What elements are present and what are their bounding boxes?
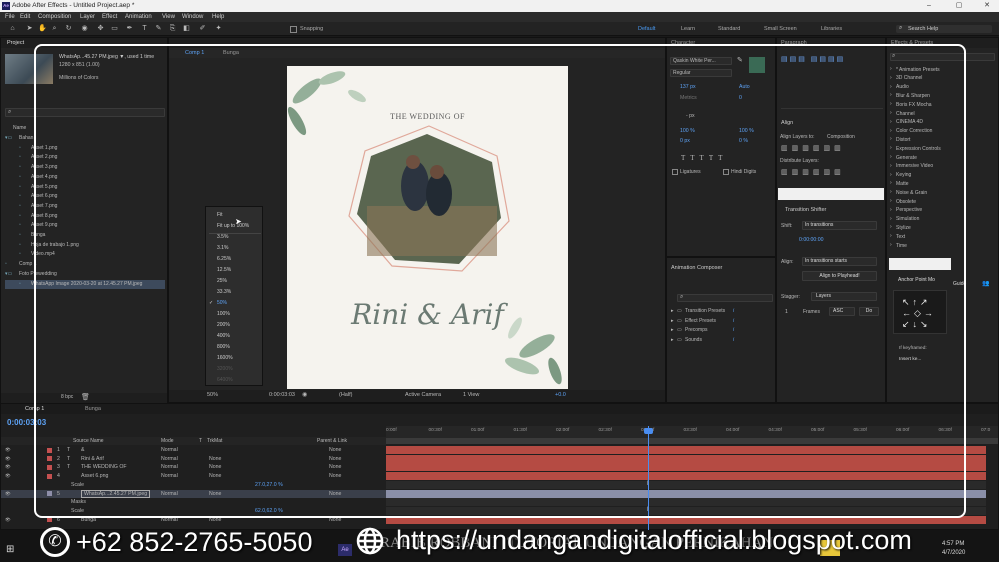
file-icon: ▫ <box>19 173 21 180</box>
white-rounded-frame <box>34 44 966 518</box>
menu-effect[interactable]: Effect <box>102 14 117 20</box>
eye-icon[interactable]: 👁 <box>5 456 11 462</box>
whatsapp-icon: ✆ <box>40 527 70 557</box>
file-icon: ▫ <box>19 154 21 161</box>
roto-tool-icon[interactable]: ✐ <box>198 24 207 33</box>
menu-composition[interactable]: Composition <box>38 14 71 20</box>
pan-behind-tool-icon[interactable]: ✥ <box>96 24 105 33</box>
menu-view[interactable]: View <box>162 14 175 20</box>
clone-tool-icon[interactable]: ⎘ <box>168 24 177 33</box>
menu-animation[interactable]: Animation <box>125 14 152 20</box>
file-icon: ▫ <box>19 212 21 219</box>
eye-icon[interactable]: 👁 <box>5 517 11 523</box>
title-bar: Ae Adobe After Effects - Untitled Projec… <box>0 0 999 12</box>
eye-icon[interactable]: 👁 <box>5 491 11 497</box>
workspace-standard[interactable]: Standard <box>718 26 740 32</box>
workspace-default[interactable]: Default <box>638 26 655 32</box>
tab-project[interactable]: Project <box>7 40 24 46</box>
search-help-input[interactable]: Search Help <box>896 25 992 33</box>
search-icon: ⌕ <box>899 25 903 31</box>
menu-edit[interactable]: Edit <box>20 14 30 20</box>
taskbar-time: 4:57 PM <box>942 541 965 547</box>
phone-number: +62 852-2765-5050 <box>76 527 313 557</box>
file-icon: ▫ <box>5 261 7 268</box>
file-icon: ▫ <box>19 222 21 229</box>
window-title: Adobe After Effects - Untitled Project.a… <box>12 2 135 9</box>
file-icon: ▫ <box>19 164 21 171</box>
file-icon: ▫ <box>19 202 21 209</box>
ruler-tick-label: 07:0 <box>981 428 991 433</box>
home-icon[interactable]: ⌂ <box>8 24 17 33</box>
after-effects-icon: Ae <box>2 2 10 10</box>
project-item-label: Bahan <box>19 135 34 141</box>
eye-icon[interactable]: 👁 <box>5 464 11 470</box>
file-icon: ▫ <box>19 232 21 238</box>
maximize-icon[interactable]: ▢ <box>948 0 970 12</box>
eye-icon[interactable]: 👁 <box>5 473 11 479</box>
file-icon: ▫ <box>19 193 21 200</box>
users-icon[interactable]: 👥 <box>982 280 989 287</box>
tools-toolbar: ⌂ ➤ ✋ ⌕ ↻ ◉ ✥ ▭ ✒ T ✎ ⎘ ◧ ✐ ✦ Snapping D… <box>0 22 999 36</box>
file-icon: ▫ <box>19 183 21 190</box>
menu-window[interactable]: Window <box>182 14 203 20</box>
workspace-small-screen[interactable]: Small Screen <box>764 26 797 32</box>
zoom-tool-icon[interactable]: ⌕ <box>50 24 59 33</box>
eye-icon[interactable]: 👁 <box>5 447 11 453</box>
menu-file[interactable]: File <box>5 14 15 20</box>
website-url: https://undangandigitalofficial.blogspot… <box>396 525 912 555</box>
eraser-tool-icon[interactable]: ◧ <box>182 24 191 33</box>
file-icon: ▫ <box>19 280 21 287</box>
workspace-learn[interactable]: Learn <box>681 26 695 32</box>
menu-help[interactable]: Help <box>212 14 224 20</box>
search-icon: ⌕ <box>8 109 12 115</box>
menu-layer[interactable]: Layer <box>80 14 95 20</box>
camera-tool-icon[interactable]: ◉ <box>80 24 89 33</box>
snapping-label: Snapping <box>300 25 324 32</box>
brush-tool-icon[interactable]: ✎ <box>154 24 163 33</box>
selection-tool-icon[interactable]: ➤ <box>25 24 34 33</box>
column-name[interactable]: Name <box>13 125 26 131</box>
file-icon: ▫ <box>19 251 21 258</box>
globe-icon <box>356 527 384 555</box>
taskbar-date: 4/7/2020 <box>942 550 966 556</box>
hand-tool-icon[interactable]: ✋ <box>38 24 47 33</box>
windows-start-icon[interactable]: ⊞ <box>6 544 14 555</box>
pen-tool-icon[interactable]: ✒ <box>125 24 134 33</box>
type-tool-icon[interactable]: T <box>140 24 149 33</box>
menu-bar: File Edit Composition Layer Effect Anima… <box>0 12 999 22</box>
file-icon: ▾▭ <box>5 270 13 277</box>
rectangle-tool-icon[interactable]: ▭ <box>110 24 119 33</box>
rotate-tool-icon[interactable]: ↻ <box>64 24 73 33</box>
workspace-libraries[interactable]: Libraries <box>821 26 842 32</box>
file-icon: ▫ <box>19 144 21 151</box>
file-icon: ▫ <box>19 241 21 248</box>
ae-taskbar-icon[interactable]: Ae <box>338 544 352 556</box>
file-icon: ▾▭ <box>5 135 13 141</box>
snapping-checkbox[interactable] <box>290 25 297 33</box>
minimize-icon[interactable]: – <box>918 0 940 12</box>
puppet-tool-icon[interactable]: ✦ <box>214 24 223 33</box>
close-icon[interactable]: ✕ <box>976 0 998 12</box>
